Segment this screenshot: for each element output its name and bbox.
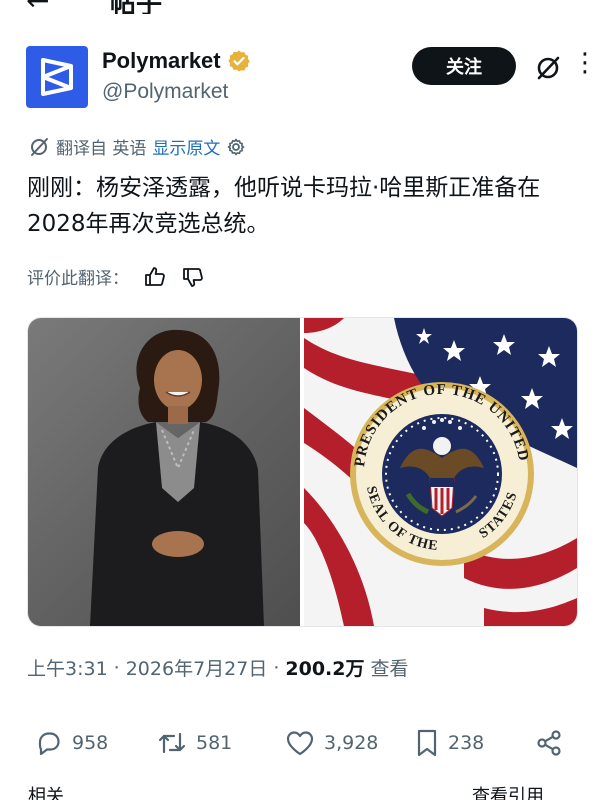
reply-action[interactable]: 958 xyxy=(34,728,108,758)
bookmark-icon xyxy=(417,729,437,757)
post-meta: 上午3:31 · 2026年7月27日 · 200.2万 查看 xyxy=(27,654,409,681)
translated-from-label: 翻译自 英语 xyxy=(56,139,147,159)
account-name[interactable]: Polymarket xyxy=(102,48,221,74)
bookmark-action[interactable]: 238 xyxy=(414,728,484,758)
post-header: Polymarket @Polymarket 关注 ⋮ xyxy=(26,46,598,110)
back-arrow-icon[interactable]: ← xyxy=(26,0,49,14)
meta-separator: · xyxy=(113,656,120,679)
repost-action[interactable]: 581 xyxy=(156,728,232,758)
avatar[interactable] xyxy=(26,46,88,108)
views-label: 查看 xyxy=(370,658,409,680)
portrait-photo[interactable] xyxy=(28,318,300,626)
flag-and-seal-image: PRESIDENT OF THE UNITED SEAL OF THE STAT… xyxy=(304,318,577,626)
reply-icon xyxy=(38,732,60,756)
grok-icon[interactable] xyxy=(534,54,562,82)
thumbs-up-icon[interactable] xyxy=(143,265,167,289)
follow-button[interactable]: 关注 xyxy=(412,47,516,85)
account-name-row: Polymarket xyxy=(102,48,251,74)
bookmark-count: 238 xyxy=(448,732,485,754)
gear-icon[interactable] xyxy=(226,137,246,157)
rate-translation-row: 评价此翻译： xyxy=(27,264,205,289)
reply-count: 958 xyxy=(72,732,109,754)
translation-row: 翻译自 英语 显示原文 xyxy=(28,134,246,159)
share-icon xyxy=(537,730,561,756)
view-count[interactable]: 200.2万 xyxy=(285,654,364,681)
post-time[interactable]: 上午3:31 xyxy=(27,654,108,681)
bottom-tabs: 相关 查看引用 xyxy=(0,782,602,800)
action-bar: 958 581 3,928 238 xyxy=(34,728,574,768)
repost-count: 581 xyxy=(196,732,233,754)
post-text: 刚刚：杨安泽透露，他听说卡玛拉·哈里斯正准备在2028年再次竞选总统。 xyxy=(27,175,541,237)
share-action[interactable] xyxy=(534,728,564,758)
post-media[interactable]: PRESIDENT OF THE UNITED SEAL OF THE STAT… xyxy=(27,317,578,627)
top-bar: ← 帖子 xyxy=(0,0,602,14)
polymarket-logo-icon xyxy=(41,58,73,96)
account-handle[interactable]: @Polymarket xyxy=(102,80,228,104)
rate-translation-label: 评价此翻译： xyxy=(27,269,129,289)
verified-badge-icon xyxy=(227,50,250,72)
like-action[interactable]: 3,928 xyxy=(284,728,378,758)
more-options-icon[interactable]: ⋮ xyxy=(572,50,599,76)
meta-separator: · xyxy=(273,656,280,679)
heart-icon xyxy=(286,731,314,756)
grok-small-icon xyxy=(31,137,48,156)
show-original-link[interactable]: 显示原文 xyxy=(152,134,220,159)
repost-icon xyxy=(158,732,186,754)
presidential-seal-photo[interactable]: PRESIDENT OF THE UNITED SEAL OF THE STAT… xyxy=(304,318,577,626)
related-tab[interactable]: 相关 xyxy=(28,782,64,800)
view-quotes-tab[interactable]: 查看引用 xyxy=(472,782,544,800)
like-count: 3,928 xyxy=(324,732,379,754)
page-title: 帖子 xyxy=(110,0,162,14)
thumbs-down-icon[interactable] xyxy=(181,265,205,289)
woman-portrait-image xyxy=(90,329,264,626)
post-date[interactable]: 2026年7月27日 xyxy=(126,654,268,681)
